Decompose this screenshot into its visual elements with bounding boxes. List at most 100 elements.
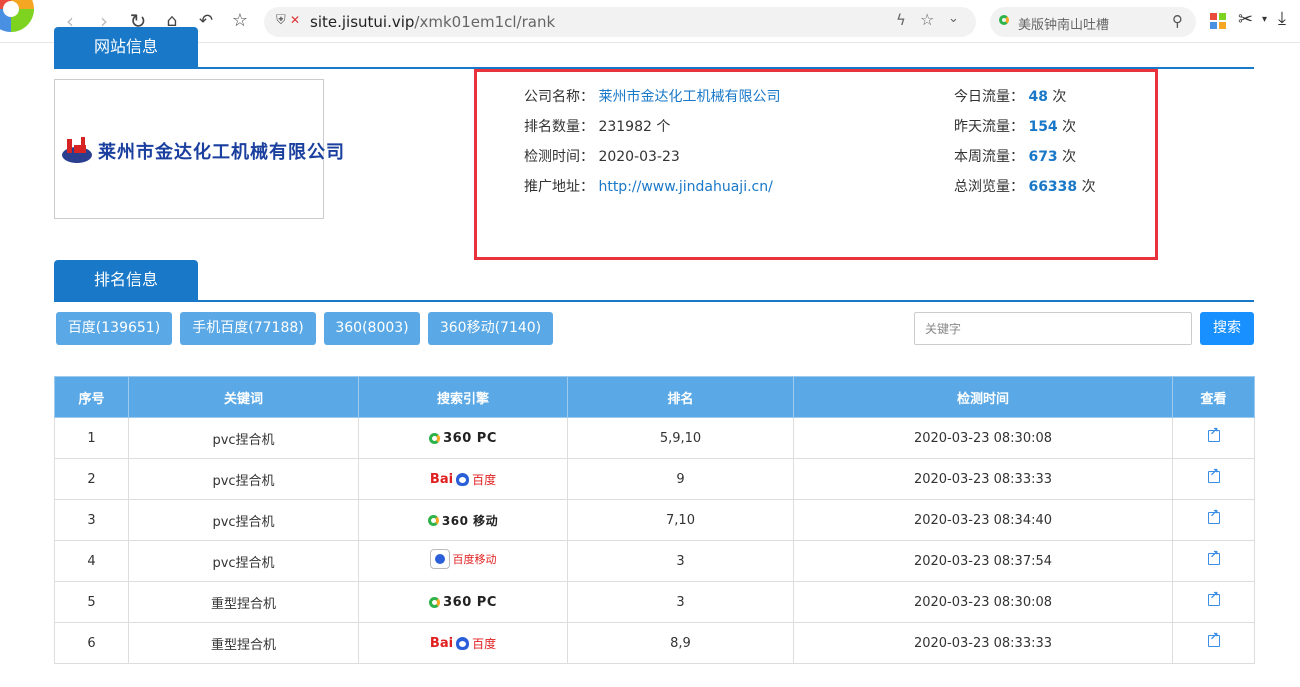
promo-url-row: 推广地址： http://www.jindahuaji.cn/ — [524, 179, 773, 195]
baidu-mobile-logo: 百度移动 — [429, 549, 497, 569]
row-rank: 8,9 — [567, 622, 794, 664]
row-keyword: 重型捏合机 — [128, 581, 359, 623]
external-link-icon[interactable] — [1207, 466, 1220, 483]
download-icon[interactable]: ⤓ — [1278, 8, 1286, 29]
rank-info-header: 排名信息 — [54, 260, 1254, 302]
row-engine: 360 PC — [358, 581, 568, 623]
row-keyword: 重型捏合机 — [128, 622, 359, 664]
row-view — [1172, 417, 1255, 459]
360-search-icon — [999, 15, 1009, 25]
search-button[interactable]: 搜索 — [1200, 312, 1254, 345]
row-rank: 3 — [567, 540, 794, 582]
row-time: 2020-03-23 08:30:08 — [793, 581, 1173, 623]
browser-logo-icon — [0, 0, 34, 32]
table-row: 6 重型捏合机 Bai 百度 8,9 2020-03-23 08:33:33 — [54, 622, 1255, 664]
company-logo-text: 莱州市金达化工机械有限公司 — [98, 142, 345, 163]
360-ring-icon — [427, 514, 439, 526]
row-number: 6 — [54, 622, 129, 664]
table-header-row: 序号 关键词 搜索引擎 排名 检测时间 查看 — [54, 376, 1255, 418]
company-name-link[interactable]: 莱州市金达化工机械有限公司 — [598, 89, 780, 105]
keyword-search-input[interactable] — [914, 312, 1192, 345]
column-header: 搜索引擎 — [358, 376, 568, 418]
dropdown-arrow-icon[interactable]: ▾ — [1262, 14, 1267, 25]
table-row: 1 pvc捏合机 360 PC 5,9,10 2020-03-23 08:30:… — [54, 417, 1255, 459]
insecure-lock-icon: ✕ — [290, 13, 301, 27]
site-info-header: 网站信息 — [54, 27, 1254, 69]
row-engine: Bai 百度 — [358, 622, 568, 664]
row-view — [1172, 581, 1255, 623]
baidu-app-icon — [429, 549, 450, 569]
table-row: 4 pvc捏合机 百度移动 3 2020-03-23 08:37:54 — [54, 540, 1255, 582]
360-ring-icon — [429, 432, 441, 444]
shield-icon: ⛨ — [276, 13, 286, 28]
filter-360-button[interactable]: 360(8003) — [324, 312, 420, 345]
row-rank: 9 — [567, 458, 794, 500]
table-row: 3 pvc捏合机 360 移动 7,10 2020-03-23 08:34:40 — [54, 499, 1255, 541]
360-ring-icon — [429, 596, 441, 608]
row-time: 2020-03-23 08:37:54 — [793, 540, 1173, 582]
column-header: 序号 — [54, 376, 129, 418]
filter-baidu-button[interactable]: 百度(139651) — [56, 312, 172, 345]
external-link-icon[interactable] — [1207, 425, 1220, 442]
row-engine: 360 移动 — [358, 499, 568, 541]
yesterday-traffic-value: 154 — [1028, 119, 1058, 135]
row-number: 5 — [54, 581, 129, 623]
360-pc-logo: 360 PC — [429, 592, 497, 612]
column-header: 检测时间 — [793, 376, 1173, 418]
baidu-paw-icon — [456, 472, 470, 486]
today-traffic-value: 48 — [1028, 89, 1048, 105]
row-time: 2020-03-23 08:33:33 — [793, 622, 1173, 664]
rank-info-tab: 排名信息 — [54, 260, 198, 300]
rank-count-row: 排名数量： 231982 个 — [524, 119, 671, 135]
row-rank: 5,9,10 — [567, 417, 794, 459]
360-mobile-logo: 360 移动 — [427, 510, 498, 530]
week-traffic-value: 673 — [1028, 149, 1058, 165]
external-link-icon[interactable] — [1207, 630, 1220, 647]
row-rank: 7,10 — [567, 499, 794, 541]
site-info-tab: 网站信息 — [54, 27, 198, 67]
row-engine: 360 PC — [358, 417, 568, 459]
today-traffic-row: 今日流量： 48 次 — [954, 89, 1067, 105]
promo-url-link[interactable]: http://www.jindahuaji.cn/ — [598, 179, 772, 195]
row-keyword: pvc捏合机 — [128, 417, 359, 459]
row-view — [1172, 540, 1255, 582]
row-engine: 百度移动 — [358, 540, 568, 582]
row-number: 2 — [54, 458, 129, 500]
external-link-icon[interactable] — [1207, 589, 1220, 606]
company-logo-box: 莱州市金达化工机械有限公司 — [54, 79, 344, 219]
column-header: 关键词 — [128, 376, 359, 418]
filter-mobile-baidu-button[interactable]: 手机百度(77188) — [180, 312, 316, 345]
row-keyword: pvc捏合机 — [128, 458, 359, 500]
baidu-paw-icon — [456, 636, 470, 650]
row-view — [1172, 622, 1255, 664]
week-traffic-row: 本周流量： 673 次 — [954, 149, 1077, 165]
company-name-row: 公司名称： 莱州市金达化工机械有限公司 — [524, 89, 781, 105]
table-row: 2 pvc捏合机 Bai 百度 9 2020-03-23 08:33:33 — [54, 458, 1255, 500]
check-time-value: 2020-03-23 — [598, 149, 680, 165]
yesterday-traffic-row: 昨天流量： 154 次 — [954, 119, 1077, 135]
filter-360-mobile-button[interactable]: 360移动(7140) — [428, 312, 553, 345]
row-time: 2020-03-23 08:30:08 — [793, 417, 1173, 459]
chevron-down-icon[interactable]: ⌄ — [948, 11, 959, 26]
row-number: 3 — [54, 499, 129, 541]
total-views-value: 66338 — [1028, 179, 1078, 195]
row-number: 1 — [54, 417, 129, 459]
column-header: 查看 — [1172, 376, 1255, 418]
row-keyword: pvc捏合机 — [128, 499, 359, 541]
ranking-table: 序号 关键词 搜索引擎 排名 检测时间 查看 1 pvc捏合机 360 PC 5… — [54, 376, 1255, 664]
row-engine: Bai 百度 — [358, 458, 568, 500]
external-link-icon[interactable] — [1207, 548, 1220, 565]
row-time: 2020-03-23 08:33:33 — [793, 458, 1173, 500]
baidu-logo: Bai 百度 — [429, 471, 497, 487]
baidu-logo: Bai 百度 — [429, 635, 497, 651]
row-view — [1172, 499, 1255, 541]
column-header: 排名 — [567, 376, 794, 418]
company-logo-icon — [62, 137, 92, 163]
table-row: 5 重型捏合机 360 PC 3 2020-03-23 08:30:08 — [54, 581, 1255, 623]
company-info-box: 公司名称： 莱州市金达化工机械有限公司 排名数量： 231982 个 检测时间：… — [474, 69, 1158, 260]
check-time-row: 检测时间： 2020-03-23 — [524, 149, 680, 165]
row-number: 4 — [54, 540, 129, 582]
total-views-row: 总浏览量： 66338 次 — [954, 179, 1096, 195]
external-link-icon[interactable] — [1207, 507, 1220, 524]
row-keyword: pvc捏合机 — [128, 540, 359, 582]
